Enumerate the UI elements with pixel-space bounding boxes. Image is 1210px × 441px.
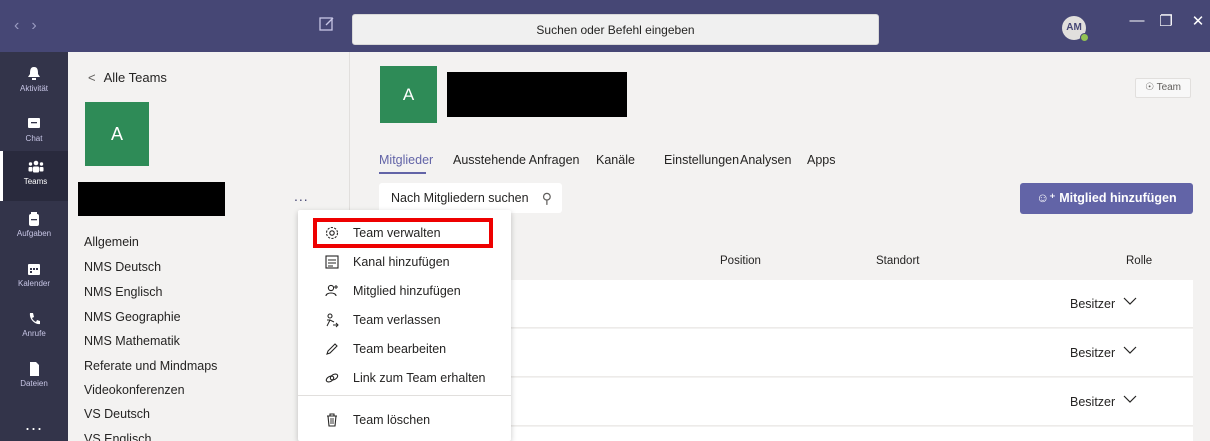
app-rail: Aktivität Chat Teams Aufgaben Kalender A… (0, 52, 68, 441)
tasks-icon (29, 212, 39, 226)
leave-icon (326, 313, 339, 328)
channel-item[interactable]: NMS Englisch (84, 285, 163, 299)
menu-divider (298, 395, 511, 396)
teams-icon (28, 160, 43, 173)
menu-item-add-channel[interactable]: Kanal hinzufügen (298, 248, 511, 276)
menu-item-leave-team[interactable]: Team verlassen (298, 306, 511, 334)
menu-item-get-link[interactable]: Link zum Team erhalten (298, 364, 511, 392)
menu-item-add-member[interactable]: Mitglied hinzufügen (298, 277, 511, 305)
tab-pending-requests[interactable]: Ausstehende Anfragen (453, 153, 580, 167)
rail-label: Dateien (20, 379, 48, 388)
rail-item-tasks[interactable]: Aufgaben (0, 203, 68, 253)
role-dropdown[interactable]: Besitzer (1070, 395, 1115, 409)
tab-channels[interactable]: Kanäle (596, 153, 635, 167)
minimize-icon[interactable]: — (1127, 12, 1147, 29)
tab-analytics[interactable]: Analysen (740, 153, 791, 167)
team-chip-label: Team (1156, 82, 1182, 93)
role-dropdown[interactable]: Besitzer (1070, 297, 1115, 311)
more-apps-icon[interactable]: ... (0, 414, 68, 435)
rail-item-calendar[interactable]: Kalender (0, 253, 68, 303)
channel-item[interactable]: VS Englisch (84, 432, 151, 441)
link-icon (325, 373, 339, 383)
back-to-all-teams[interactable]: < Alle Teams (88, 70, 167, 85)
menu-item-label: Link zum Team erhalten (353, 371, 486, 385)
column-header-location: Standort (876, 255, 920, 267)
tab-members[interactable]: Mitglieder (379, 153, 433, 167)
chevron-down-icon[interactable] (1122, 343, 1138, 355)
menu-item-label: Team bearbeiten (353, 342, 447, 356)
team-avatar: A (85, 102, 149, 166)
channel-item[interactable]: NMS Deutsch (84, 260, 161, 274)
channel-item[interactable]: NMS Geographie (84, 310, 181, 324)
rail-item-activity[interactable]: Aktivität (0, 58, 68, 108)
menu-item-label: Kanal hinzufügen (353, 255, 450, 269)
member-search-placeholder: Nach Mitgliedern suchen (391, 191, 529, 205)
tab-apps[interactable]: Apps (807, 153, 836, 167)
menu-item-label: Team verlassen (353, 313, 441, 327)
rail-label: Teams (23, 177, 48, 186)
team-avatar-large: A (380, 66, 437, 123)
channel-item[interactable]: VS Deutsch (84, 407, 150, 421)
add-member-button[interactable]: ☺⁺ Mitglied hinzufügen (1020, 183, 1193, 214)
chevron-down-icon[interactable] (1122, 392, 1138, 404)
channel-item[interactable]: Allgemein (84, 235, 139, 249)
menu-item-delete-team[interactable]: Team löschen (298, 406, 511, 434)
menu-item-label: Mitglied hinzufügen (353, 284, 461, 298)
channel-item[interactable]: Videokonferenzen (84, 383, 185, 397)
compose-icon[interactable] (318, 15, 336, 33)
calendar-icon (28, 264, 40, 275)
rail-label: Aufgaben (16, 229, 52, 238)
title-bar: ‹› Suchen oder Befehl eingeben AM — ❐ ✕ (0, 0, 1210, 52)
annotation-highlight-box (313, 218, 493, 248)
rail-label: Chat (25, 134, 43, 143)
rail-label: Aktivität (19, 84, 48, 93)
back-label: Alle Teams (103, 70, 167, 85)
rail-item-files[interactable]: Dateien (0, 353, 68, 403)
team-visibility-badge: ☉ Team (1135, 78, 1191, 98)
add-member-label: Mitglied hinzufügen (1059, 191, 1177, 205)
restore-icon[interactable]: ❐ (1156, 12, 1176, 30)
phone-icon (29, 313, 40, 325)
more-options-icon[interactable]: ... (294, 188, 309, 204)
menu-item-edit-team[interactable]: Team bearbeiten (298, 335, 511, 363)
column-header-position: Position (720, 255, 761, 267)
redacted-team-title (447, 72, 627, 117)
files-icon (30, 362, 39, 376)
pencil-icon (326, 343, 338, 355)
search-input[interactable]: Suchen oder Befehl eingeben (352, 14, 879, 45)
presence-status-icon (1080, 33, 1089, 42)
rail-item-calls[interactable]: Anrufe (0, 303, 68, 353)
role-dropdown[interactable]: Besitzer (1070, 346, 1115, 360)
chevron-down-icon[interactable] (1122, 294, 1138, 306)
forward-arrow-icon[interactable]: › (31, 17, 48, 34)
bell-icon (28, 67, 40, 80)
channel-item[interactable]: Referate und Mindmaps (84, 359, 217, 373)
menu-item-label: Team löschen (353, 413, 431, 427)
channel-item[interactable]: NMS Mathematik (84, 334, 180, 348)
back-arrow-icon[interactable]: ‹ (14, 17, 31, 34)
chat-icon (28, 118, 40, 128)
redacted-team-name (78, 182, 225, 216)
add-channel-icon (325, 255, 339, 269)
add-member-icon: ☺⁺ (1036, 191, 1056, 205)
active-tab-indicator (379, 172, 426, 174)
rail-item-teams[interactable]: Teams (0, 151, 68, 201)
chevron-left-icon: < (88, 70, 96, 85)
trash-icon (327, 413, 337, 427)
rail-label: Kalender (17, 279, 51, 288)
rail-label: Anrufe (22, 329, 46, 338)
add-member-icon (325, 284, 338, 297)
nav-arrows: ‹› (14, 17, 49, 35)
column-header-role: Rolle (1126, 255, 1153, 267)
close-icon[interactable]: ✕ (1188, 12, 1208, 30)
search-icon: ⚲ (541, 190, 552, 206)
tab-settings[interactable]: Einstellungen (664, 153, 739, 167)
eye-icon: ☉ (1144, 82, 1154, 93)
member-search-input[interactable]: Nach Mitgliedern suchen ⚲ (379, 183, 562, 213)
team-context-menu: Team verwalten Kanal hinzufügen Mitglied… (298, 210, 511, 441)
